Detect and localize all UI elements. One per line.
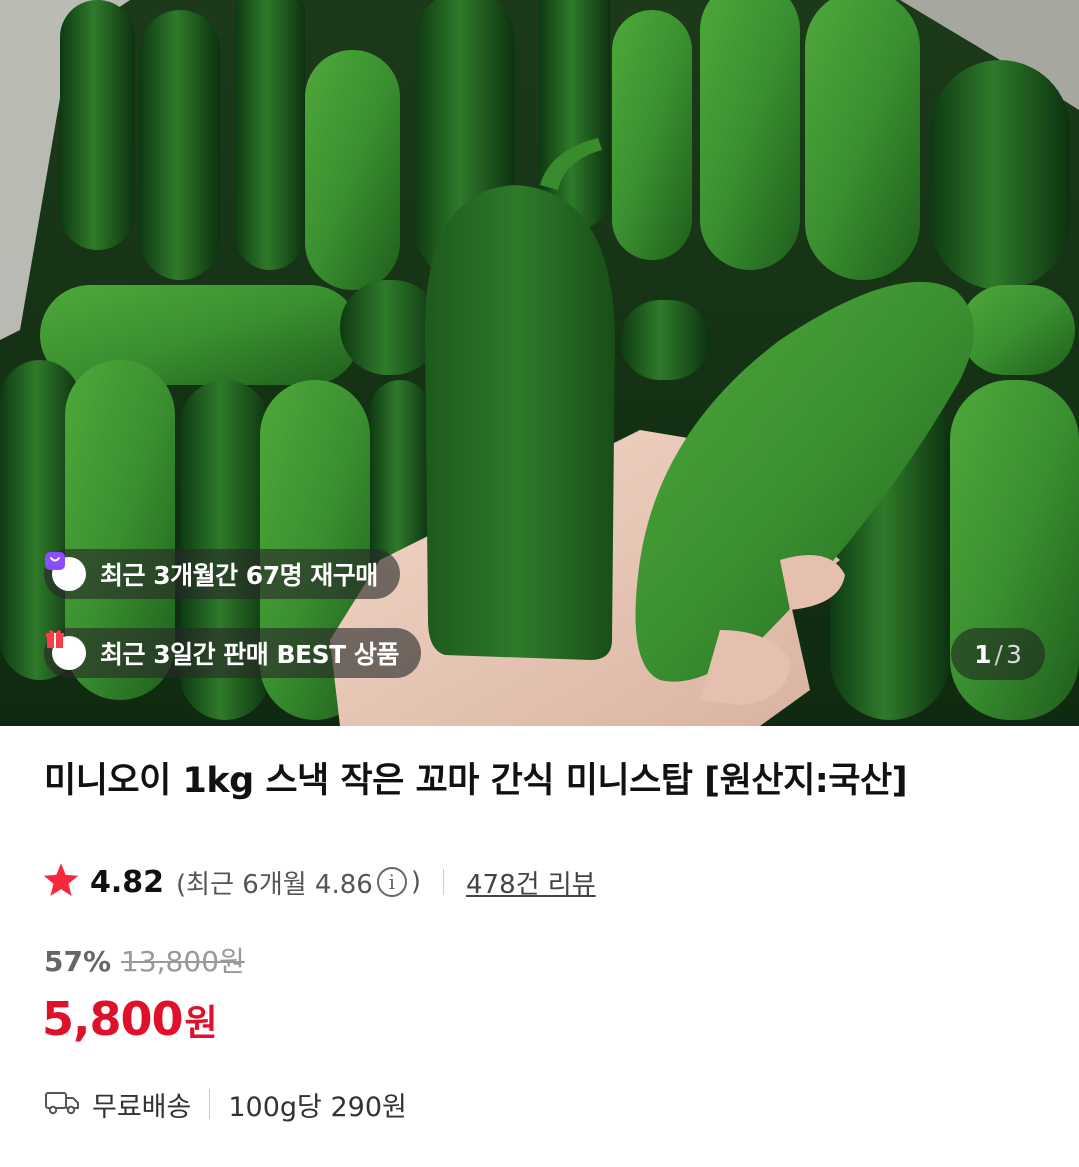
currency-unit: 원 xyxy=(184,1003,218,1044)
sale-price: 5,800 xyxy=(42,992,184,1046)
divider xyxy=(209,1089,211,1119)
unit-price: 100g당 290원 xyxy=(228,1091,407,1123)
discount-row: 57% 13,800원 xyxy=(44,940,245,980)
image-counter: 1 / 3 xyxy=(951,628,1045,680)
discount-percent: 57% xyxy=(44,945,112,978)
image-counter-separator: / xyxy=(994,639,1003,669)
repurchase-badge-label: 최근 3개월간 67명 재구매 xyxy=(100,561,378,590)
product-title: 미니오이 1kg 스낵 작은 꼬마 간식 미니스탑 [원산지:국산] xyxy=(44,761,908,801)
review-count-link[interactable]: 478건 리뷰 xyxy=(466,864,596,901)
shopping-bag-icon xyxy=(45,552,86,591)
repurchase-badge: 최근 3개월간 67명 재구매 xyxy=(44,549,400,599)
divider xyxy=(442,869,444,895)
recent-rating-close: ) xyxy=(410,867,421,897)
cucumber-photo xyxy=(0,0,1079,726)
original-price: 13,800원 xyxy=(121,945,245,978)
rating-score: 4.82 xyxy=(90,864,165,900)
recent-rating-text: (최근 6개월 4.86 xyxy=(176,869,373,900)
image-counter-total: 3 xyxy=(1005,639,1022,669)
product-image[interactable]: 최근 3개월간 67명 재구매 최근 3일간 판매 BEST 상품 1 / 3 xyxy=(0,0,1079,726)
price-row: 5,800 원 xyxy=(42,992,218,1046)
truck-icon xyxy=(44,1088,80,1120)
star-icon xyxy=(42,862,80,902)
rating-row: 4.82 (최근 6개월 4.86 i ) 478건 리뷰 xyxy=(42,860,596,904)
free-shipping-label: 무료배송 xyxy=(92,1091,192,1123)
best-seller-badge-label: 최근 3일간 판매 BEST 상품 xyxy=(100,640,399,669)
shipping-row: 무료배송 100g당 290원 xyxy=(44,1082,407,1126)
info-icon[interactable]: i xyxy=(376,867,407,897)
recent-rating: (최근 6개월 4.86 i ) xyxy=(176,864,421,901)
gift-box-icon xyxy=(46,630,86,670)
image-counter-current: 1 xyxy=(974,639,992,669)
best-seller-badge: 최근 3일간 판매 BEST 상품 xyxy=(44,628,421,678)
